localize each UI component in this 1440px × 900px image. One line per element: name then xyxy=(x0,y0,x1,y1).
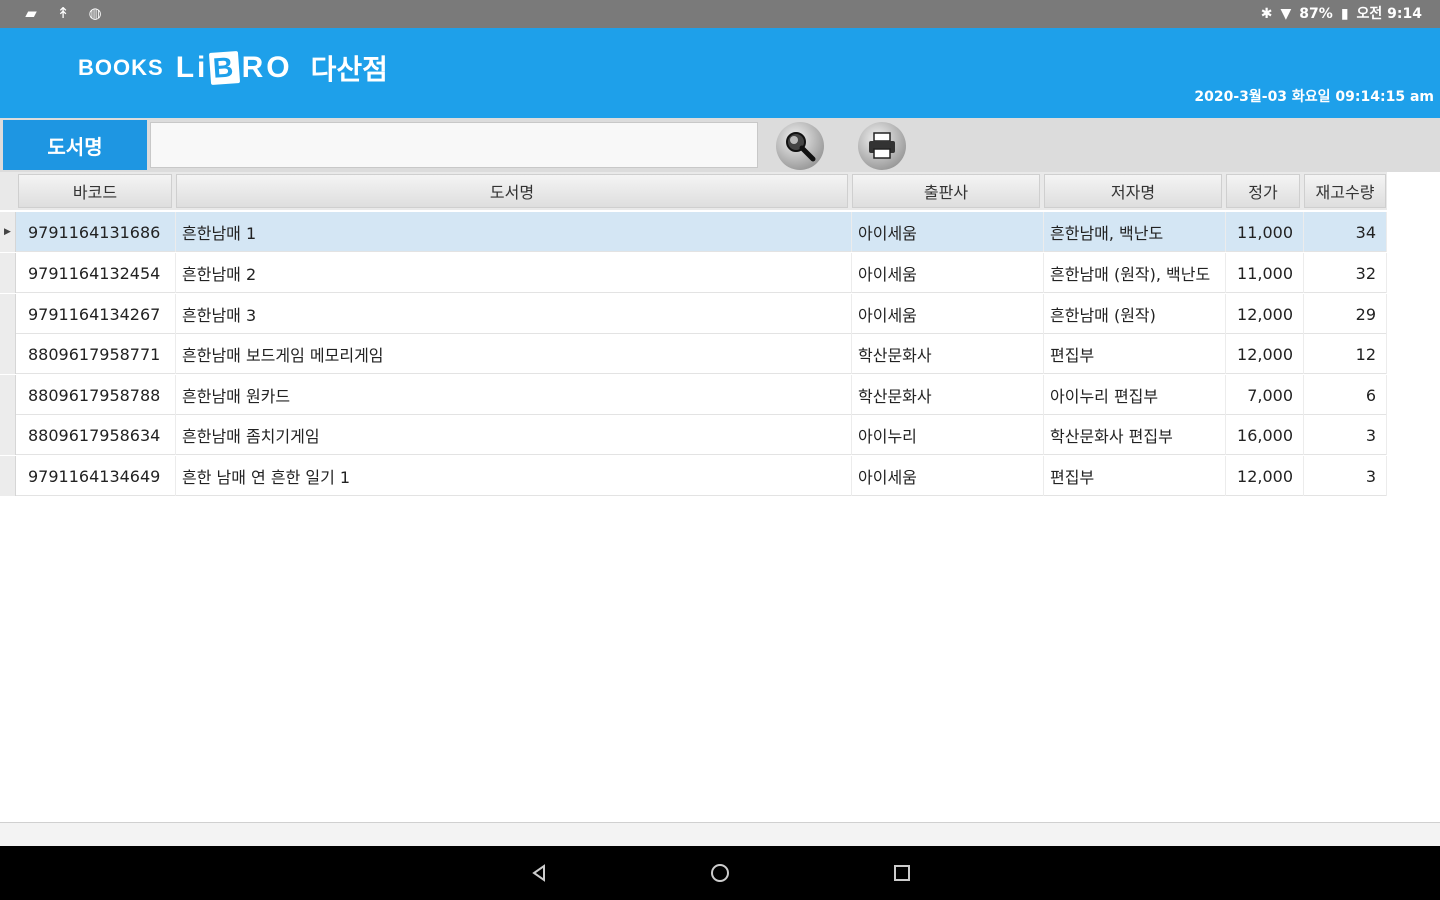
search-bar: 도서명 xyxy=(0,118,1440,172)
barcode-cell: 9791164132454 xyxy=(16,253,176,293)
price-cell: 12,000 xyxy=(1226,334,1304,374)
table-row[interactable]: ▶ 9791164131686 흔한남매 1 아이세움 흔한남매, 백난도 11… xyxy=(0,212,1387,252)
price-cell: 12,000 xyxy=(1226,456,1304,496)
table-row[interactable]: 8809617958788 흔한남매 원카드 학산문화사 아이누리 편집부 7,… xyxy=(0,375,1387,415)
column-header-barcode[interactable]: 바코드 xyxy=(18,174,172,208)
folder-icon: ▰ xyxy=(25,4,37,22)
price-cell: 11,000 xyxy=(1226,253,1304,293)
back-icon[interactable] xyxy=(528,861,552,885)
title-cell: 흔한남매 좀치기게임 xyxy=(176,415,852,455)
title-cell: 흔한남매 3 xyxy=(176,294,852,334)
row-header xyxy=(0,334,16,374)
status-bar: ▰ ↟ ◍ ✱ ▼ 87% ▮ 오전 9:14 xyxy=(0,0,1440,28)
sync-icon: ◍ xyxy=(88,4,102,22)
barcode-cell: 9791164134649 xyxy=(16,456,176,496)
barcode-cell: 9791164134267 xyxy=(16,294,176,334)
system-nav-bar xyxy=(0,846,1440,900)
stock-cell: 34 xyxy=(1304,212,1387,252)
magnifier-icon xyxy=(786,132,816,162)
column-header-publisher[interactable]: 출판사 xyxy=(852,174,1040,208)
stock-cell: 6 xyxy=(1304,375,1387,415)
branch-name: 다산점 xyxy=(310,53,388,86)
usb-icon: ↟ xyxy=(56,4,70,22)
stock-cell: 12 xyxy=(1304,334,1387,374)
search-button[interactable] xyxy=(776,122,824,170)
printer-icon xyxy=(869,132,895,159)
author-cell: 편집부 xyxy=(1044,456,1226,496)
search-field-selector[interactable]: 도서명 xyxy=(3,120,147,170)
title-cell: 흔한 남매 연 흔한 일기 1 xyxy=(176,456,852,496)
publisher-cell: 아이세움 xyxy=(852,294,1044,334)
table-row[interactable]: 8809617958771 흔한남매 보드게임 메모리게임 학산문화사 편집부 … xyxy=(0,334,1387,374)
stock-cell: 3 xyxy=(1304,456,1387,496)
column-header-price[interactable]: 정가 xyxy=(1226,174,1300,208)
title-cell: 흔한남매 2 xyxy=(176,253,852,293)
logo-libro: Li B RO xyxy=(175,51,293,85)
barcode-cell: 8809617958634 xyxy=(16,415,176,455)
title-cell: 흔한남매 1 xyxy=(176,212,852,252)
column-header-author[interactable]: 저자명 xyxy=(1044,174,1222,208)
column-header-stock[interactable]: 재고수량 xyxy=(1304,174,1386,208)
table-header: 바코드 도서명 출판사 저자명 정가 재고수량 xyxy=(0,172,1387,210)
publisher-cell: 아이세움 xyxy=(852,456,1044,496)
publisher-cell: 아이세움 xyxy=(852,212,1044,252)
title-cell: 흔한남매 원카드 xyxy=(176,375,852,415)
author-cell: 편집부 xyxy=(1044,334,1226,374)
author-cell: 흔한남매 (원작) xyxy=(1044,294,1226,334)
stock-cell: 32 xyxy=(1304,253,1387,293)
bottom-strip xyxy=(0,822,1440,846)
barcode-cell: 8809617958771 xyxy=(16,334,176,374)
row-header xyxy=(0,456,16,496)
home-icon[interactable] xyxy=(708,861,732,885)
publisher-cell: 아이세움 xyxy=(852,253,1044,293)
battery-percent: 87% xyxy=(1299,6,1333,22)
bluetooth-icon: ✱ xyxy=(1260,6,1273,22)
price-cell: 11,000 xyxy=(1226,212,1304,252)
app-header: BOOKS Li B RO 다산점 2020-3월-03 화요일 09:14:15 … xyxy=(0,28,1440,118)
print-button[interactable] xyxy=(858,122,906,170)
column-header-title[interactable]: 도서명 xyxy=(176,174,848,208)
table-row[interactable]: 9791164134267 흔한남매 3 아이세움 흔한남매 (원작) 12,0… xyxy=(0,294,1387,334)
author-cell: 아이누리 편집부 xyxy=(1044,375,1226,415)
publisher-cell: 학산문화사 xyxy=(852,375,1044,415)
publisher-cell: 학산문화사 xyxy=(852,334,1044,374)
author-cell: 흔한남매, 백난도 xyxy=(1044,212,1226,252)
author-cell: 학산문화사 편집부 xyxy=(1044,415,1226,455)
publisher-cell: 아이누리 xyxy=(852,415,1044,455)
author-cell: 흔한남매 (원작), 백난도 xyxy=(1044,253,1226,293)
title-cell: 흔한남매 보드게임 메모리게임 xyxy=(176,334,852,374)
row-header xyxy=(0,415,16,455)
wifi-icon: ▼ xyxy=(1280,6,1292,22)
table-row[interactable]: 9791164134649 흔한 남매 연 흔한 일기 1 아이세움 편집부 1… xyxy=(0,456,1387,496)
current-datetime: 2020-3월-03 화요일 09:14:15 am xyxy=(1194,89,1434,105)
table-row[interactable]: 8809617958634 흔한남매 좀치기게임 아이누리 학산문화사 편집부 … xyxy=(0,415,1387,455)
stock-cell: 3 xyxy=(1304,415,1387,455)
brand-logo: BOOKS Li B RO 다산점 xyxy=(78,48,388,88)
price-cell: 12,000 xyxy=(1226,294,1304,334)
price-cell: 16,000 xyxy=(1226,415,1304,455)
barcode-cell: 8809617958788 xyxy=(16,375,176,415)
price-cell: 7,000 xyxy=(1226,375,1304,415)
row-header xyxy=(0,375,16,415)
battery-icon: ▮ xyxy=(1340,6,1349,22)
table-row[interactable]: 9791164132454 흔한남매 2 아이세움 흔한남매 (원작), 백난도… xyxy=(0,253,1387,293)
row-header xyxy=(0,294,16,334)
clock: 오전 9:14 xyxy=(1356,6,1422,22)
stock-cell: 29 xyxy=(1304,294,1387,334)
current-row-indicator: ▶ xyxy=(0,212,16,252)
row-header xyxy=(0,253,16,293)
search-input[interactable] xyxy=(150,122,758,168)
logo-books: BOOKS xyxy=(78,55,164,80)
barcode-cell: 9791164131686 xyxy=(16,212,176,252)
recents-icon[interactable] xyxy=(890,861,914,885)
